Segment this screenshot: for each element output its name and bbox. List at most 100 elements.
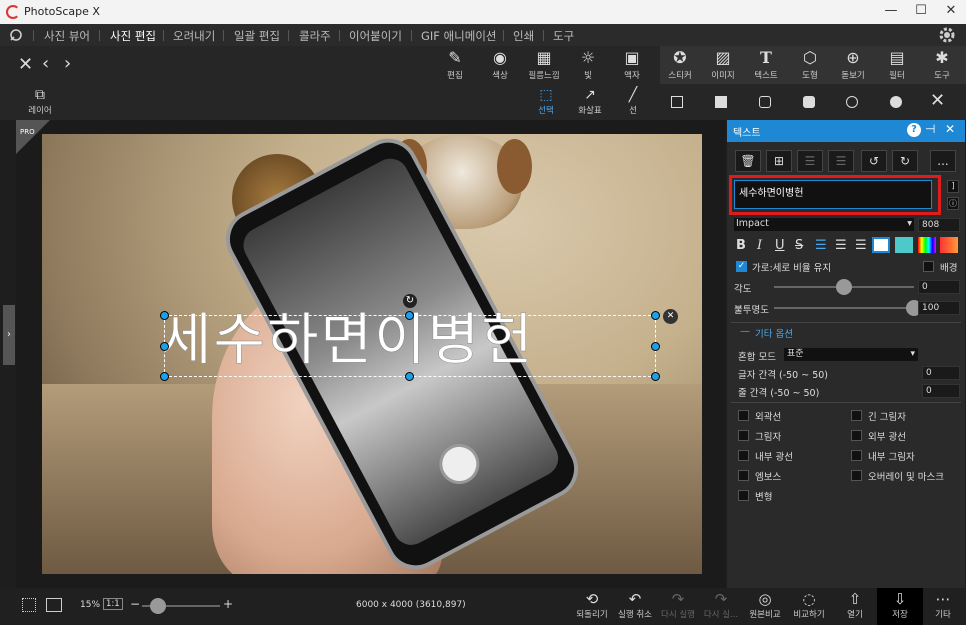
effect-checkbox-shadow[interactable] <box>738 430 749 441</box>
menu-combine[interactable]: 이어붙이기 <box>349 28 402 44</box>
align-right-button[interactable]: ☰ <box>855 238 867 253</box>
select-tool-button[interactable]: ⬚ 선택 <box>528 86 564 116</box>
tool-shape[interactable]: ⬡ 도형 <box>790 46 830 84</box>
gradient-swatch[interactable] <box>918 237 936 253</box>
arrow-tool-button[interactable]: ↗ 화살표 <box>572 86 608 116</box>
align-button-1[interactable]: ☰ <box>797 150 823 172</box>
text-align-button[interactable]: ] <box>947 180 959 193</box>
open-button[interactable]: ⇧ 열기 <box>832 588 878 625</box>
effect-checkbox-inner-shadow[interactable] <box>851 450 862 461</box>
effect-checkbox-overlay-mask[interactable] <box>851 470 862 481</box>
texture-swatch[interactable] <box>895 237 913 253</box>
tool-sticker[interactable]: ✪ 스티커 <box>660 46 700 84</box>
line-tool-button[interactable]: ╱ 선 <box>615 86 651 116</box>
effect-checkbox-long-shadow[interactable] <box>851 410 862 421</box>
delete-text-button[interactable]: 🗑 <box>735 150 761 172</box>
resize-handle-left[interactable] <box>160 342 169 351</box>
collapse-icon[interactable]: — <box>740 326 750 337</box>
angle-slider-knob[interactable] <box>836 279 852 295</box>
previous-photo-icon[interactable]: ‹ <box>42 53 49 74</box>
tool-color[interactable]: ◉ 색상 <box>480 46 520 84</box>
tool-image[interactable]: ▨ 이미지 <box>703 46 743 84</box>
resize-handle-top[interactable] <box>405 311 414 320</box>
italic-button[interactable]: I <box>757 238 762 253</box>
menu-print[interactable]: 인쇄 <box>513 28 534 44</box>
maximize-button[interactable]: ☐ <box>906 0 936 24</box>
zoom-out-icon[interactable]: − <box>130 597 140 611</box>
zoom-in-icon[interactable]: + <box>223 597 233 611</box>
settings-gear-icon[interactable] <box>938 26 956 44</box>
ellipse-filled-icon[interactable] <box>890 96 902 108</box>
close-photo-icon[interactable]: ✕ <box>18 54 33 75</box>
strikethrough-button[interactable]: S <box>795 238 803 253</box>
font-size-field[interactable]: 808 <box>918 218 960 232</box>
delete-object-icon[interactable]: ✕ <box>663 309 678 324</box>
layer-button[interactable]: ⧉ 레이어 <box>20 86 60 116</box>
opacity-value-field[interactable]: 100 <box>918 301 960 315</box>
gradient-swatch-2[interactable] <box>940 237 958 253</box>
menu-cut-out[interactable]: 오려내기 <box>173 28 215 44</box>
rotate-handle-icon[interactable]: ↻ <box>403 294 417 308</box>
rotate-right-button[interactable]: ↻ <box>892 150 918 172</box>
tool-filter[interactable]: ▤ 필터 <box>877 46 917 84</box>
tool-light[interactable]: ☼ 빛 <box>568 46 608 84</box>
rectangle-filled-icon[interactable] <box>715 96 727 108</box>
fit-screen-icon[interactable] <box>22 598 36 612</box>
help-icon[interactable]: ? <box>907 123 921 137</box>
tool-film[interactable]: ▦ 필름느낌 <box>524 46 564 84</box>
menu-batch-edit[interactable]: 일괄 편집 <box>234 28 280 44</box>
revert-button[interactable]: ⟲ 되돌리기 <box>569 588 615 625</box>
more-options-button[interactable]: ... <box>930 150 956 172</box>
effect-checkbox-emboss[interactable] <box>738 470 749 481</box>
close-window-button[interactable]: ✕ <box>936 0 966 24</box>
menu-photo-editor[interactable]: 사진 편집 <box>110 28 156 44</box>
angle-value-field[interactable]: 0 <box>918 280 960 294</box>
home-icon[interactable] <box>8 27 24 43</box>
tool-tools[interactable]: ✱ 도구 <box>922 46 962 84</box>
rounded-rect-outline-icon[interactable] <box>759 96 771 108</box>
canvas-text-object[interactable]: 세수하면이병헌 <box>160 306 680 376</box>
compare-button[interactable]: ◌ 비교하기 <box>786 588 832 625</box>
resize-handle-bottom[interactable] <box>405 372 414 381</box>
align-center-button[interactable]: ☰ <box>835 238 847 253</box>
close-subtoolbar-icon[interactable]: ✕ <box>930 90 945 111</box>
effect-checkbox-inner-glow[interactable] <box>738 450 749 461</box>
zoom-slider-knob[interactable] <box>149 598 166 614</box>
minimize-button[interactable]: — <box>876 0 906 24</box>
letter-spacing-field[interactable]: 0 <box>922 366 960 380</box>
more-button[interactable]: ⋯ 기타 <box>920 588 966 625</box>
blend-mode-select[interactable]: 표준 ▾ <box>784 348 918 361</box>
tool-edit[interactable]: ✎ 편집 <box>435 46 475 84</box>
opacity-slider-track[interactable] <box>774 307 914 309</box>
undo-button[interactable]: ↶ 실행 취소 <box>612 588 658 625</box>
tool-text[interactable]: T 텍스트 <box>746 46 786 84</box>
effect-checkbox-outer-glow[interactable] <box>851 430 862 441</box>
font-select[interactable]: Impact ▾ <box>734 218 914 231</box>
ellipse-outline-icon[interactable] <box>846 96 858 108</box>
bold-button[interactable]: B <box>736 238 746 253</box>
actual-size-icon[interactable] <box>46 598 62 612</box>
effect-checkbox-outline[interactable] <box>738 410 749 421</box>
redo-all-button[interactable]: ↷ 다시 실... <box>698 588 744 625</box>
photo-canvas[interactable]: 세수하면이병헌 ↻ ✕ <box>42 134 702 574</box>
info-icon[interactable]: ⓘ <box>947 197 959 210</box>
align-left-button[interactable]: ☰ <box>815 238 827 253</box>
resize-handle-top-left[interactable] <box>160 311 169 320</box>
pin-icon[interactable]: ⊣ <box>925 122 935 136</box>
next-photo-icon[interactable]: › <box>64 53 71 74</box>
underline-button[interactable]: U <box>775 238 785 253</box>
keep-ratio-checkbox[interactable]: ✓ <box>736 261 747 272</box>
rounded-rect-filled-icon[interactable] <box>803 96 815 108</box>
resize-handle-right[interactable] <box>651 342 660 351</box>
left-panel-toggle[interactable]: › <box>3 305 15 365</box>
redo-button[interactable]: ↷ 다시 실행 <box>655 588 701 625</box>
compare-original-button[interactable]: ◎ 원본비교 <box>742 588 788 625</box>
menu-photo-viewer[interactable]: 사진 뷰어 <box>44 28 90 44</box>
align-button-2[interactable]: ☰ <box>828 150 854 172</box>
text-color-swatch[interactable] <box>872 237 890 253</box>
tool-frame[interactable]: ▣ 액자 <box>612 46 652 84</box>
menu-collage[interactable]: 콜라주 <box>299 28 331 44</box>
duplicate-text-button[interactable]: ⊞ <box>766 150 792 172</box>
menu-tools[interactable]: 도구 <box>553 28 574 44</box>
resize-handle-bottom-left[interactable] <box>160 372 169 381</box>
